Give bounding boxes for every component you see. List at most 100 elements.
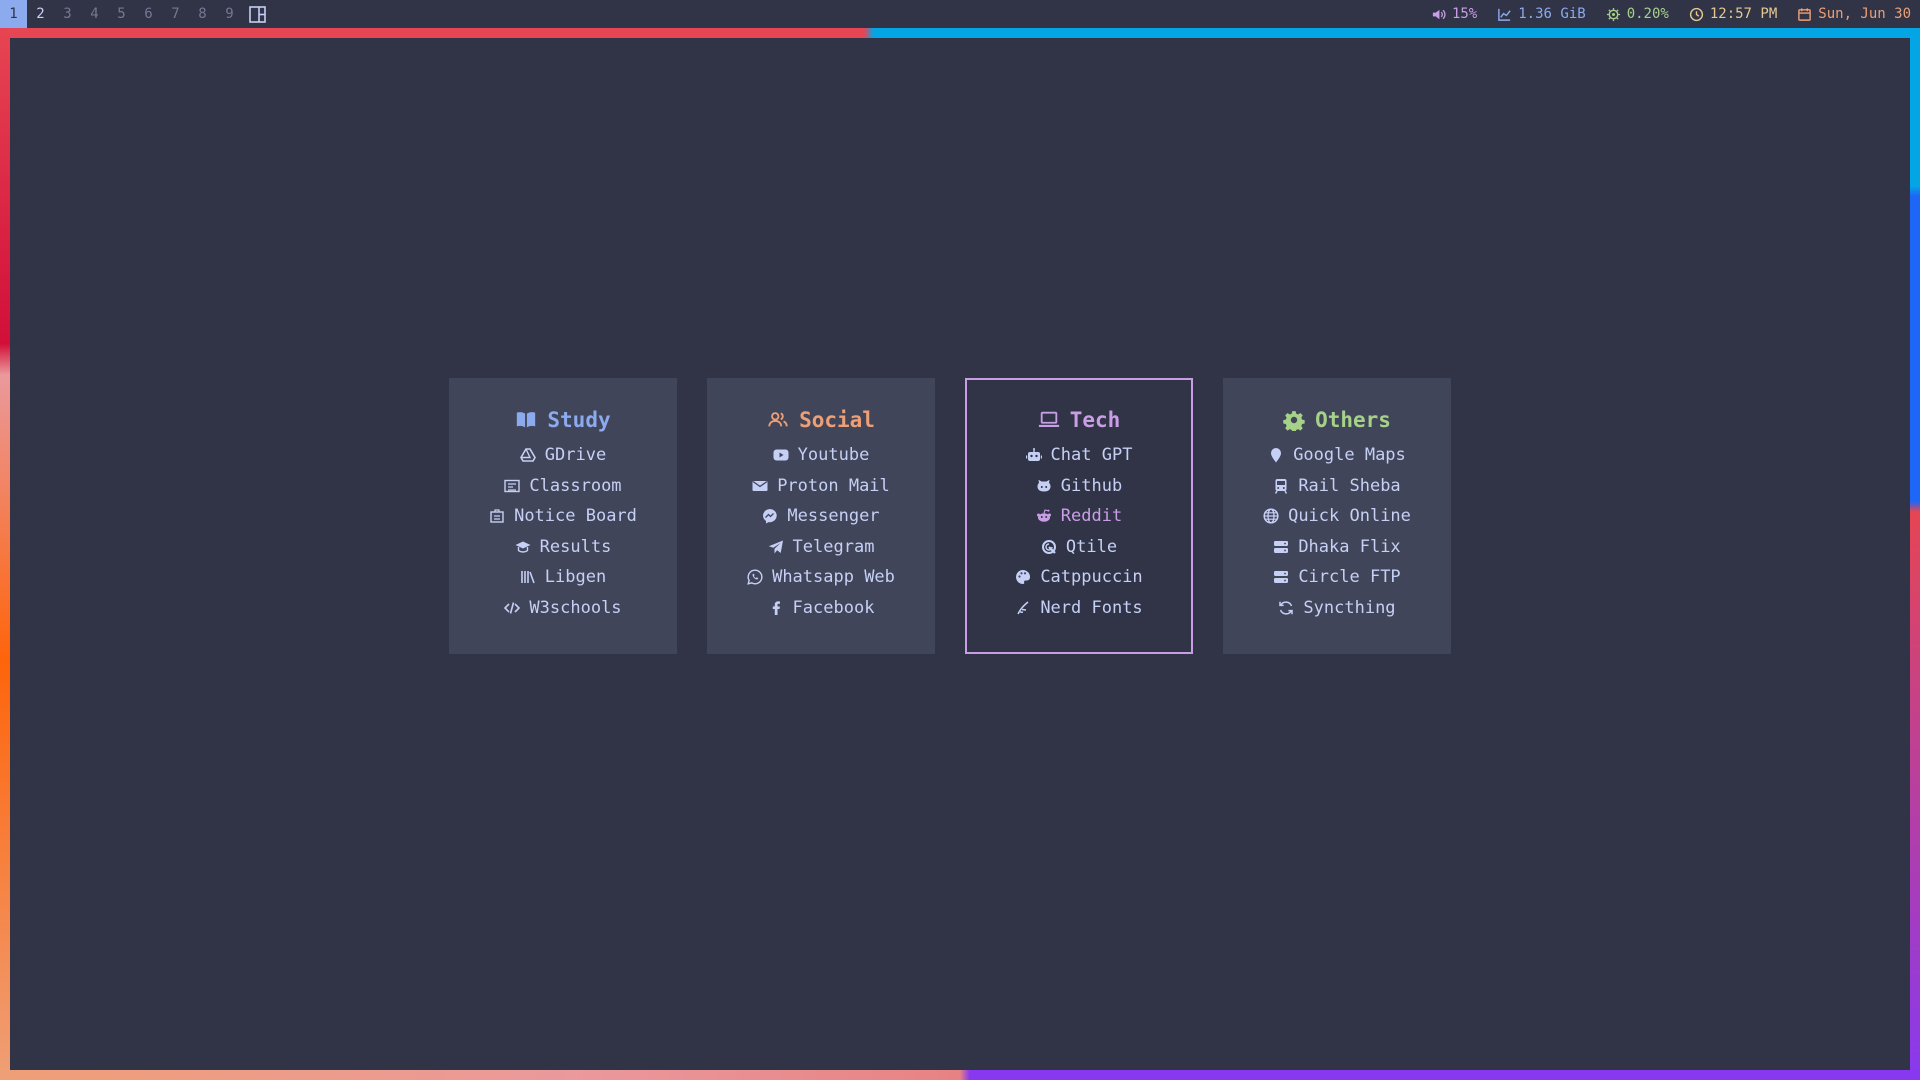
globe-icon xyxy=(1263,508,1279,524)
window-border-right xyxy=(1910,28,1920,1080)
link-gdrive[interactable]: GDrive xyxy=(519,444,607,467)
link-label: Results xyxy=(539,536,612,557)
link-quick-online[interactable]: Quick Online xyxy=(1263,505,1411,528)
workspace-5[interactable]: 5 xyxy=(108,0,135,28)
link-circle-ftp[interactable]: Circle FTP xyxy=(1273,566,1401,589)
calendar-icon xyxy=(1798,7,1812,21)
card-title-text: Tech xyxy=(1069,408,1121,432)
link-label: Telegram xyxy=(792,536,875,557)
link-results[interactable]: Results xyxy=(515,536,612,559)
envelope-icon xyxy=(752,480,768,491)
cpu-widget[interactable]: 0.20% xyxy=(1606,6,1669,22)
link-classroom[interactable]: Classroom xyxy=(504,475,622,498)
link-chat-gpt[interactable]: Chat GPT xyxy=(1025,444,1133,467)
card-tech: Tech Chat GPT Github Reddit Qtile Catppu… xyxy=(965,378,1193,654)
link-youtube[interactable]: Youtube xyxy=(773,444,870,467)
link-google-maps[interactable]: Google Maps xyxy=(1268,444,1406,467)
card-title-text: Others xyxy=(1315,408,1391,432)
volume-widget[interactable]: 15% xyxy=(1431,6,1477,22)
link-label: Github xyxy=(1060,475,1123,496)
link-label: Notice Board xyxy=(514,506,637,527)
laptop-icon xyxy=(1038,411,1059,428)
code-icon xyxy=(504,602,521,614)
messenger-icon xyxy=(763,509,778,524)
map-pin-icon xyxy=(1271,448,1282,463)
link-w3schools[interactable]: W3schools xyxy=(504,597,622,620)
layout-icon[interactable] xyxy=(249,0,269,28)
workspace-4[interactable]: 4 xyxy=(81,0,108,28)
link-label: Nerd Fonts xyxy=(1040,597,1143,618)
cpu-value: 0.20% xyxy=(1626,6,1669,22)
memory-widget[interactable]: 1.36 GiB xyxy=(1497,6,1586,22)
workspace-9[interactable]: 9 xyxy=(216,0,243,28)
date-widget[interactable]: Sun, Jun 30 xyxy=(1797,6,1911,22)
link-notice-board[interactable]: Notice Board xyxy=(489,505,637,528)
link-label: Libgen xyxy=(544,567,607,588)
whatsapp-icon xyxy=(747,569,763,586)
github-icon xyxy=(1037,479,1051,492)
link-nerd-fonts[interactable]: Nerd Fonts xyxy=(1015,597,1143,620)
link-whatsapp[interactable]: Whatsapp Web xyxy=(747,566,895,589)
link-label: Qtile xyxy=(1065,536,1118,557)
volume-icon xyxy=(1432,9,1446,19)
link-reddit[interactable]: Reddit xyxy=(1036,505,1122,528)
link-label: Messenger xyxy=(787,506,880,527)
link-label: Chat GPT xyxy=(1050,445,1133,466)
link-label: Facebook xyxy=(792,597,875,618)
volume-value: 15% xyxy=(1451,6,1478,22)
workspace-2[interactable]: 2 xyxy=(27,0,54,28)
server-icon xyxy=(1274,540,1289,553)
book-icon xyxy=(517,412,536,428)
workspace-8[interactable]: 8 xyxy=(189,0,216,28)
link-syncthing[interactable]: Syncthing xyxy=(1278,597,1396,620)
link-rail-sheba[interactable]: Rail Sheba xyxy=(1273,475,1401,498)
link-label: Classroom xyxy=(529,475,622,496)
link-messenger[interactable]: Messenger xyxy=(762,505,880,528)
link-list: Google Maps Rail Sheba Quick Online Dhak… xyxy=(1263,444,1411,619)
window-border-top xyxy=(0,28,1920,38)
date-value: Sun, Jun 30 xyxy=(1818,6,1911,22)
clock-widget[interactable]: 12:57 PM xyxy=(1689,6,1777,22)
link-label: Quick Online xyxy=(1288,506,1411,527)
status-widgets: 15% 1.36 GiB 0.20% 12:57 PM Sun, Jun 30 xyxy=(1431,6,1920,22)
link-label: Dhaka Flix xyxy=(1298,536,1401,557)
workspace-7[interactable]: 7 xyxy=(162,0,189,28)
link-libgen[interactable]: Libgen xyxy=(520,566,606,589)
link-catppuccin[interactable]: Catppuccin xyxy=(1015,566,1143,589)
link-label: Rail Sheba xyxy=(1298,475,1401,496)
link-telegram[interactable]: Telegram xyxy=(768,536,875,559)
telegram-icon xyxy=(768,540,783,554)
link-label: Youtube xyxy=(797,445,870,466)
link-proton-mail[interactable]: Proton Mail xyxy=(752,475,890,498)
train-icon xyxy=(1275,478,1288,494)
card-others: Others Google Maps Rail Sheba Quick Onli… xyxy=(1223,378,1451,654)
link-facebook[interactable]: Facebook xyxy=(768,597,875,620)
gear-icon xyxy=(1283,411,1305,431)
link-label: Reddit xyxy=(1060,506,1123,527)
link-list: GDrive Classroom Notice Board Results Li… xyxy=(489,444,637,619)
link-label: W3schools xyxy=(529,597,622,618)
link-label: GDrive xyxy=(544,445,607,466)
link-github[interactable]: Github xyxy=(1036,475,1122,498)
memory-value: 1.36 GiB xyxy=(1518,6,1586,22)
workspace-3[interactable]: 3 xyxy=(54,0,81,28)
link-list: Chat GPT Github Reddit Qtile Catppuccin … xyxy=(1015,444,1143,620)
top-bar: 1 2 3 4 5 6 7 8 9 15% 1.36 GiB 0.20% 12:… xyxy=(0,0,1920,28)
classroom-icon xyxy=(504,479,521,492)
link-dhaka-flix[interactable]: Dhaka Flix xyxy=(1273,536,1401,559)
card-title-tech: Tech xyxy=(1038,408,1121,432)
workspace-6[interactable]: 6 xyxy=(135,0,162,28)
google-drive-icon xyxy=(519,448,536,463)
notice-board-icon xyxy=(490,509,504,523)
workspace-1[interactable]: 1 xyxy=(0,0,27,28)
sync-icon xyxy=(1279,601,1294,615)
chart-line-icon xyxy=(1498,8,1511,21)
link-label: Google Maps xyxy=(1293,445,1406,466)
link-qtile[interactable]: Qtile xyxy=(1041,536,1117,559)
card-title-study: Study xyxy=(515,408,611,432)
link-label: Whatsapp Web xyxy=(772,567,895,588)
link-label: Catppuccin xyxy=(1040,567,1143,588)
clock-icon xyxy=(1689,7,1703,21)
card-title-text: Study xyxy=(547,408,611,432)
library-icon xyxy=(520,571,535,584)
